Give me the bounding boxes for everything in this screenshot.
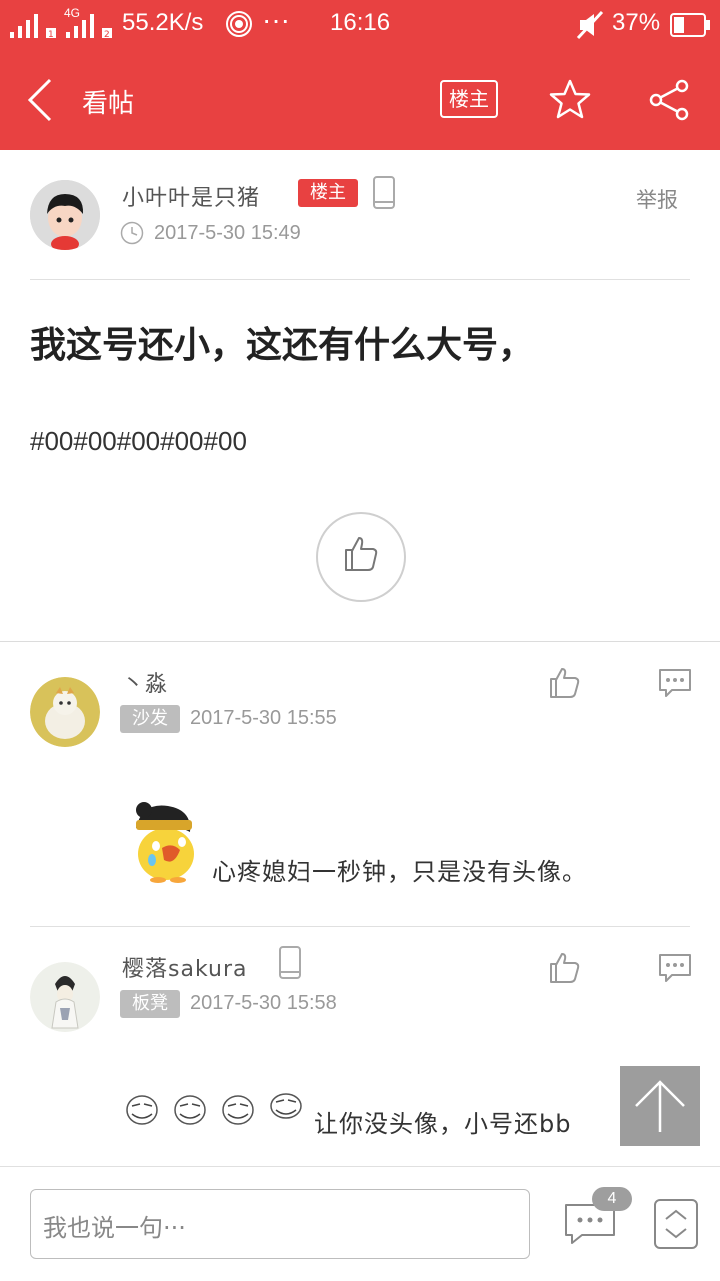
comment-count-badge: 4 <box>592 1187 632 1211</box>
reply-time: 2017-5-30 15:58 <box>190 992 337 1014</box>
network-type: 4G <box>64 6 81 20</box>
thumbs-up-icon <box>345 537 378 571</box>
like-button[interactable] <box>316 512 406 602</box>
back-to-top-button[interactable] <box>620 1066 700 1146</box>
hotspot-icon <box>226 11 252 37</box>
phone-icon <box>279 946 301 979</box>
reply-avatar[interactable] <box>30 677 100 747</box>
thumbs-up-icon[interactable] <box>548 666 582 700</box>
star-icon[interactable] <box>548 78 592 122</box>
share-icon[interactable] <box>648 78 692 122</box>
clock: 16:16 <box>330 9 391 36</box>
only-op-button[interactable]: 楼主 <box>440 80 498 118</box>
reply-input[interactable]: 我也说一句··· <box>30 1189 530 1259</box>
more-dots: ··· <box>262 4 290 35</box>
divider <box>30 926 690 927</box>
arrow-up-icon <box>635 1080 685 1132</box>
thumbs-up-icon[interactable] <box>548 951 582 985</box>
comment-icon[interactable] <box>658 668 692 698</box>
battery-icon <box>670 13 710 37</box>
author-avatar[interactable] <box>30 180 100 250</box>
page-title: 看帖 <box>82 89 135 119</box>
svg-text:1: 1 <box>48 30 54 40</box>
reply-author[interactable]: 樱落sakura <box>122 951 247 983</box>
svg-text:2: 2 <box>104 30 110 40</box>
comment-icon[interactable] <box>658 953 692 983</box>
floor-tag: 沙发 <box>120 705 180 733</box>
network-speed: 55.2K/s <box>122 9 204 36</box>
reply-author[interactable]: 丶淼 <box>122 666 168 698</box>
post-title: 我这号还小，这还有什么大号， <box>30 325 535 366</box>
floor-tag: 板凳 <box>120 990 180 1018</box>
post-time: 2017-5-30 15:49 <box>154 222 301 244</box>
phone-icon <box>373 176 395 209</box>
mute-icon <box>576 10 604 40</box>
status-bar: 1 2 4G 55.2K/s ··· 16:16 37% <box>0 0 720 50</box>
report-link[interactable]: 举报 <box>636 184 678 214</box>
bottom-bar: 我也说一句··· 4 <box>0 1166 720 1281</box>
reply-avatar[interactable] <box>30 962 100 1032</box>
emoji-sticker-image <box>136 802 194 883</box>
troll-face-emoji <box>126 1093 302 1125</box>
clock-icon <box>120 221 144 245</box>
page-scroll-icon[interactable] <box>654 1199 698 1249</box>
reply-time: 2017-5-30 15:55 <box>190 707 337 729</box>
post-author[interactable]: 小叶叶是只猪 <box>122 180 260 212</box>
section-divider <box>0 641 720 642</box>
reply-text: 心疼媳妇一秒钟，只是没有头像。 <box>212 858 587 886</box>
reply-text: 让你没头像，小号还bb <box>314 1110 572 1138</box>
op-tag: 楼主 <box>298 179 358 207</box>
app-header: 看帖 楼主 <box>0 50 720 150</box>
post-body: #00#00#00#00#00 <box>30 426 247 456</box>
battery-percent: 37% <box>612 9 661 36</box>
divider <box>30 279 690 280</box>
back-arrow-icon[interactable] <box>24 78 56 122</box>
